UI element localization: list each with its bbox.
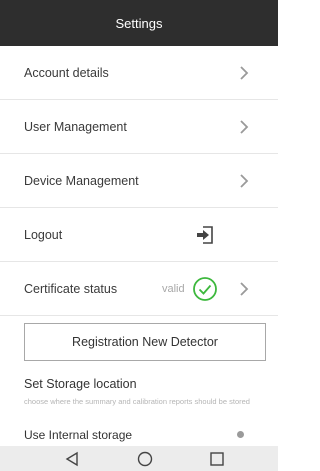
back-triangle-icon[interactable] — [64, 451, 80, 467]
storage-section-title: Set Storage location — [24, 377, 137, 391]
chevron-right-icon — [240, 65, 249, 80]
certificate-status-value: valid — [162, 282, 185, 295]
device-management-label: Device Management — [24, 173, 139, 188]
android-nav-bar — [0, 446, 278, 471]
internal-storage-radio[interactable] — [237, 431, 244, 438]
app-header: Settings — [0, 0, 278, 46]
logout-item[interactable]: Logout — [0, 208, 278, 262]
storage-description: choose where the summary and calibration… — [24, 397, 250, 406]
certificate-status-label: Certificate status — [24, 281, 118, 296]
user-management-item[interactable]: User Management — [0, 100, 278, 154]
certificate-status-item[interactable]: Certificate status valid — [0, 262, 278, 316]
chevron-right-icon — [240, 173, 249, 188]
recents-square-icon[interactable] — [209, 451, 225, 467]
logout-label: Logout — [24, 227, 63, 242]
device-management-item[interactable]: Device Management — [0, 154, 278, 208]
registration-new-detector-button[interactable]: Registration New Detector — [24, 323, 266, 361]
chevron-right-icon — [240, 119, 249, 134]
page-title: Settings — [115, 15, 163, 31]
check-circle-icon — [193, 276, 217, 301]
use-internal-storage-option[interactable]: Use Internal storage — [24, 428, 132, 442]
chevron-right-icon — [240, 281, 249, 296]
home-circle-icon[interactable] — [137, 451, 153, 467]
user-management-label: User Management — [24, 119, 127, 134]
logout-icon — [197, 225, 213, 244]
account-details-label: Account details — [24, 65, 109, 80]
account-details-item[interactable]: Account details — [0, 46, 278, 100]
